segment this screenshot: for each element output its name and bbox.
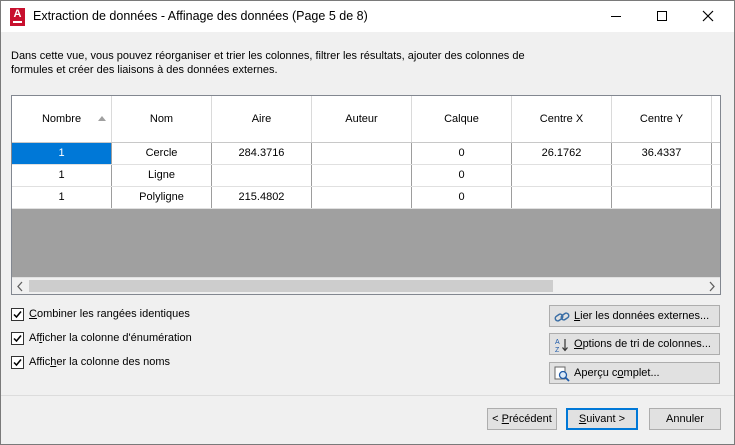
grid-header-row: Nombre Nom Aire Auteur Calque Centre X C… — [12, 96, 720, 143]
column-header-nom[interactable]: Nom — [112, 96, 212, 142]
show-names-column-label[interactable]: Afficher la colonne des noms — [29, 356, 170, 368]
table-row[interactable]: 1 Polyligne 215.4802 0 — [12, 187, 720, 209]
table-cell[interactable]: Cercle — [112, 143, 212, 164]
column-header-aire[interactable]: Aire — [212, 96, 312, 142]
scroll-right-button[interactable] — [703, 278, 720, 294]
show-enum-column-checkbox[interactable] — [11, 332, 24, 345]
table-cell[interactable]: Ligne — [112, 165, 212, 186]
table-cell[interactable]: 0 — [412, 187, 512, 208]
chevron-left-icon — [17, 281, 23, 292]
svg-text:Z: Z — [555, 347, 560, 353]
column-header-auteur[interactable]: Auteur — [312, 96, 412, 142]
scroll-left-button[interactable] — [12, 278, 29, 294]
close-button[interactable] — [685, 1, 731, 32]
table-cell[interactable]: 0 — [412, 165, 512, 186]
window-title: Extraction de données - Affinage des don… — [33, 9, 368, 23]
combine-rows-checkbox[interactable] — [11, 308, 24, 321]
checkmark-icon — [13, 335, 22, 343]
column-sort-options-button[interactable]: A Z Options de tri de colonnes... — [549, 333, 720, 355]
column-header-centre-x[interactable]: Centre X — [512, 96, 612, 142]
show-names-column-checkbox[interactable] — [11, 356, 24, 369]
link-external-data-button[interactable]: Lier les données externes... — [549, 305, 720, 327]
table-cell[interactable] — [312, 165, 412, 186]
table-cell[interactable]: 1 — [12, 143, 112, 164]
sort-ascending-icon — [98, 116, 106, 121]
previous-button[interactable]: < Précédent — [487, 408, 557, 430]
dialog-window: A Extraction de données - Affinage des d… — [0, 0, 735, 445]
table-cell[interactable]: 36.4337 — [612, 143, 712, 164]
minimize-icon — [611, 16, 621, 17]
horizontal-scrollbar[interactable] — [12, 277, 720, 294]
minimize-button[interactable] — [593, 1, 639, 32]
combine-rows-label[interactable]: Combiner les rangées identiques — [29, 308, 190, 320]
description-text: Dans cette vue, vous pouvez réorganiser … — [11, 50, 525, 76]
table-cell[interactable]: 215.4802 — [212, 187, 312, 208]
table-cell[interactable]: 0 — [412, 143, 512, 164]
data-grid[interactable]: Nombre Nom Aire Auteur Calque Centre X C… — [11, 95, 721, 295]
checkmark-icon — [13, 359, 22, 367]
chevron-right-icon — [709, 281, 715, 292]
table-cell[interactable]: 284.3716 — [212, 143, 312, 164]
show-enum-column-label[interactable]: Afficher la colonne d'énumération — [29, 332, 192, 344]
table-cell[interactable] — [612, 165, 712, 186]
table-row[interactable]: 1 Cercle 284.3716 0 26.1762 36.4337 — [12, 143, 720, 165]
column-header-centre-y[interactable]: Centre Y — [612, 96, 712, 142]
table-cell[interactable]: Polyligne — [112, 187, 212, 208]
table-cell[interactable]: 26.1762 — [512, 143, 612, 164]
column-header-calque[interactable]: Calque — [412, 96, 512, 142]
checkmark-icon — [13, 311, 22, 319]
grid-rows: 1 Cercle 284.3716 0 26.1762 36.4337 1 Li… — [12, 143, 720, 209]
maximize-button[interactable] — [639, 1, 685, 32]
table-cell[interactable] — [212, 165, 312, 186]
close-icon — [702, 10, 714, 22]
table-row[interactable]: 1 Ligne 0 — [12, 165, 720, 187]
table-cell[interactable] — [312, 187, 412, 208]
next-button[interactable]: Suivant > — [566, 408, 638, 430]
column-header-nombre[interactable]: Nombre — [12, 96, 112, 142]
table-cell[interactable]: 1 — [12, 187, 112, 208]
table-cell[interactable] — [612, 187, 712, 208]
footer-separator — [1, 395, 734, 396]
table-cell[interactable] — [312, 143, 412, 164]
sort-az-icon: A Z — [555, 339, 568, 353]
table-cell[interactable]: 1 — [12, 165, 112, 186]
magnifier-icon — [554, 366, 570, 382]
table-cell[interactable] — [512, 165, 612, 186]
link-icon — [554, 312, 570, 322]
svg-text:A: A — [555, 339, 560, 346]
cancel-button[interactable]: Annuler — [649, 408, 721, 430]
maximize-icon — [657, 11, 667, 21]
title-bar: A Extraction de données - Affinage des d… — [1, 1, 734, 32]
autocad-app-icon: A — [10, 8, 25, 26]
full-preview-button[interactable]: Aperçu complet... — [549, 362, 720, 384]
scrollbar-thumb[interactable] — [29, 280, 553, 292]
table-cell[interactable] — [512, 187, 612, 208]
